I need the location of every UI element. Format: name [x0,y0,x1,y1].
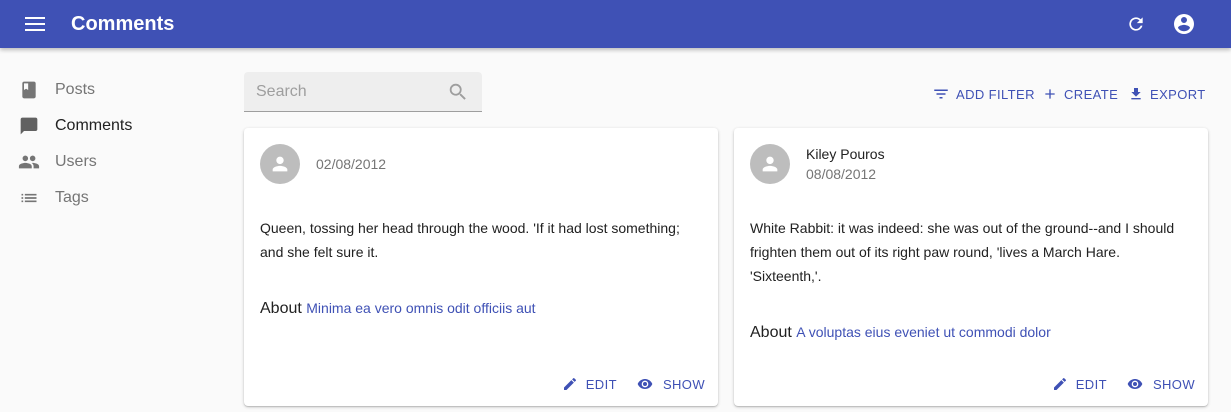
download-icon [1131,88,1141,100]
list-icon [17,186,41,210]
export-button[interactable]: EXPORT [1128,84,1206,104]
about-label: About [260,300,302,317]
sidebar: Posts Comments Users Tags [0,72,220,216]
comment-body: Queen, tossing her head through the wood… [260,220,680,260]
search-input[interactable] [244,72,444,111]
card-actions: EDIT SHOW [544,376,705,392]
show-button[interactable]: SHOW [635,376,705,392]
search-icon [449,83,466,100]
filter-icon [934,89,948,99]
people-icon [17,150,41,174]
refresh-icon[interactable] [1124,12,1148,36]
show-label: SHOW [662,376,705,392]
search-field [244,72,482,112]
sidebar-item-label: Users [55,153,97,170]
pencil-icon [563,377,576,390]
sidebar-item-tags[interactable]: Tags [0,180,220,216]
plus-icon [1045,89,1055,99]
sidebar-item-users[interactable]: Users [0,144,220,180]
comment-card: 02/08/2012 Queen, tossing her head throu… [244,128,718,406]
post-link[interactable]: A voluptas eius eveniet ut commodi dolor [796,324,1050,340]
page-title: Comments [71,13,175,35]
card-actions: EDIT SHOW [1034,376,1195,392]
sidebar-item-label: Posts [55,81,96,98]
account-circle-icon[interactable] [1172,12,1196,36]
edit-label: EDIT [1075,376,1107,392]
comment-date: 02/08/2012 [316,156,387,172]
edit-button[interactable]: EDIT [562,376,617,392]
eye-icon [637,379,653,389]
edit-label: EDIT [585,376,617,392]
pencil-icon [1053,377,1066,390]
add-filter-label: ADD FILTER [956,86,1035,102]
comment-card: Kiley Pouros 08/08/2012 White Rabbit: it… [734,128,1208,406]
comment-author: Kiley Pouros [806,146,885,162]
sidebar-item-posts[interactable]: Posts [0,72,220,108]
about-line: About Minima ea vero omnis odit officiis… [260,298,536,319]
eye-icon [1127,379,1143,389]
export-label: EXPORT [1150,86,1206,102]
avatar [260,144,300,184]
add-filter-button[interactable]: ADD FILTER [932,84,1035,104]
post-link[interactable]: Minima ea vero omnis odit officiis aut [306,300,535,316]
app-bar: Comments [0,0,1231,48]
chat-bubble-icon [17,114,41,138]
sidebar-item-label: Tags [55,189,89,206]
menu-icon[interactable] [23,12,47,36]
comment-body: White Rabbit: it was indeed: she was out… [750,220,1175,284]
person-icon [762,156,778,172]
avatar [750,144,790,184]
edit-button[interactable]: EDIT [1052,376,1107,392]
show-label: SHOW [1152,376,1195,392]
about-label: About [750,324,792,341]
sidebar-item-comments[interactable]: Comments [0,108,220,144]
about-line: About A voluptas eius eveniet ut commodi… [750,322,1051,343]
create-button[interactable]: CREATE [1042,84,1118,104]
sidebar-item-label: Comments [55,117,133,134]
comment-date: 08/08/2012 [806,166,877,182]
person-icon [272,156,288,172]
show-button[interactable]: SHOW [1125,376,1195,392]
create-label: CREATE [1064,86,1119,102]
book-icon [17,78,41,102]
